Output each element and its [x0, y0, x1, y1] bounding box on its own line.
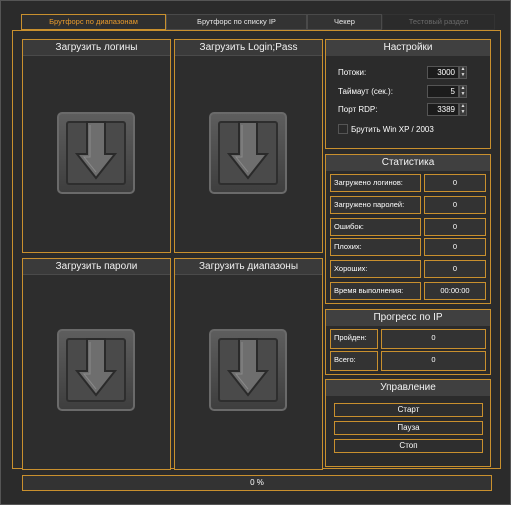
load-loginpass-panel[interactable]: Загрузить Login;Pass: [174, 39, 323, 253]
download-arrow-icon: [209, 112, 287, 194]
settings-title: Настройки: [326, 40, 490, 56]
stat-value: 0: [424, 218, 486, 236]
tab-test-section: Тестовый раздел: [382, 14, 495, 30]
stat-value: 00:00:00: [424, 282, 486, 300]
stat-label: Время выполнения:: [330, 282, 421, 300]
main-window: Брутфорс по диапазонам Брутфорс по списк…: [0, 0, 511, 505]
download-arrow-icon: [57, 112, 135, 194]
stat-label: Плохих:: [330, 238, 421, 256]
statistics-title: Статистика: [326, 155, 490, 171]
control-title: Управление: [326, 380, 490, 396]
stat-value: 0: [424, 174, 486, 192]
stat-label: Загружено логинов:: [330, 174, 421, 192]
download-arrow-icon: [209, 329, 287, 411]
rdp-port-input[interactable]: 3389: [427, 103, 459, 116]
start-button[interactable]: Старт: [334, 403, 483, 417]
threads-label: Потоки:: [338, 68, 367, 77]
tab-brute-ranges[interactable]: Брутфорс по диапазонам: [21, 14, 166, 30]
ip-total-label: Всего:: [330, 351, 378, 371]
threads-stepper[interactable]: ▲ ▼: [459, 66, 467, 79]
stat-value: 0: [424, 238, 486, 256]
stat-value: 0: [424, 196, 486, 214]
progress-label: 0 %: [250, 478, 264, 487]
rdp-port-stepper[interactable]: ▲ ▼: [459, 103, 467, 116]
panel-title: Загрузить диапазоны: [175, 259, 322, 275]
panel-title: Загрузить пароли: [23, 259, 170, 275]
stat-value: 0: [424, 260, 486, 278]
overall-progress-bar: 0 %: [22, 475, 492, 491]
stop-button[interactable]: Стоп: [334, 439, 483, 453]
winxp-checkbox[interactable]: [338, 124, 348, 134]
ip-passed-value: 0: [381, 329, 486, 349]
load-ranges-panel[interactable]: Загрузить диапазоны: [174, 258, 323, 470]
stat-label: Загружено паролей:: [330, 196, 421, 214]
timeout-stepper[interactable]: ▲ ▼: [459, 85, 467, 98]
rdp-port-label: Порт RDP:: [338, 105, 378, 114]
threads-input[interactable]: 3000: [427, 66, 459, 79]
stat-label: Хороших:: [330, 260, 421, 278]
ip-passed-label: Пройден:: [330, 329, 378, 349]
load-passwords-panel[interactable]: Загрузить пароли: [22, 258, 171, 470]
ip-total-value: 0: [381, 351, 486, 371]
ip-progress-title: Прогресс по IP: [326, 310, 490, 326]
winxp-label: Брутить Win XP / 2003: [351, 125, 434, 134]
tab-checker[interactable]: Чекер: [307, 14, 382, 30]
panel-title: Загрузить Login;Pass: [175, 40, 322, 56]
tab-bar: Брутфорс по диапазонам Брутфорс по списк…: [21, 14, 495, 30]
load-logins-panel[interactable]: Загрузить логины: [22, 39, 171, 253]
panel-title: Загрузить логины: [23, 40, 170, 56]
tab-brute-iplist[interactable]: Брутфорс по списку IP: [166, 14, 307, 30]
pause-button[interactable]: Пауза: [334, 421, 483, 435]
download-arrow-icon: [57, 329, 135, 411]
timeout-input[interactable]: 5: [427, 85, 459, 98]
stat-label: Ошибок:: [330, 218, 421, 236]
timeout-label: Таймаут (сек.):: [338, 87, 393, 96]
